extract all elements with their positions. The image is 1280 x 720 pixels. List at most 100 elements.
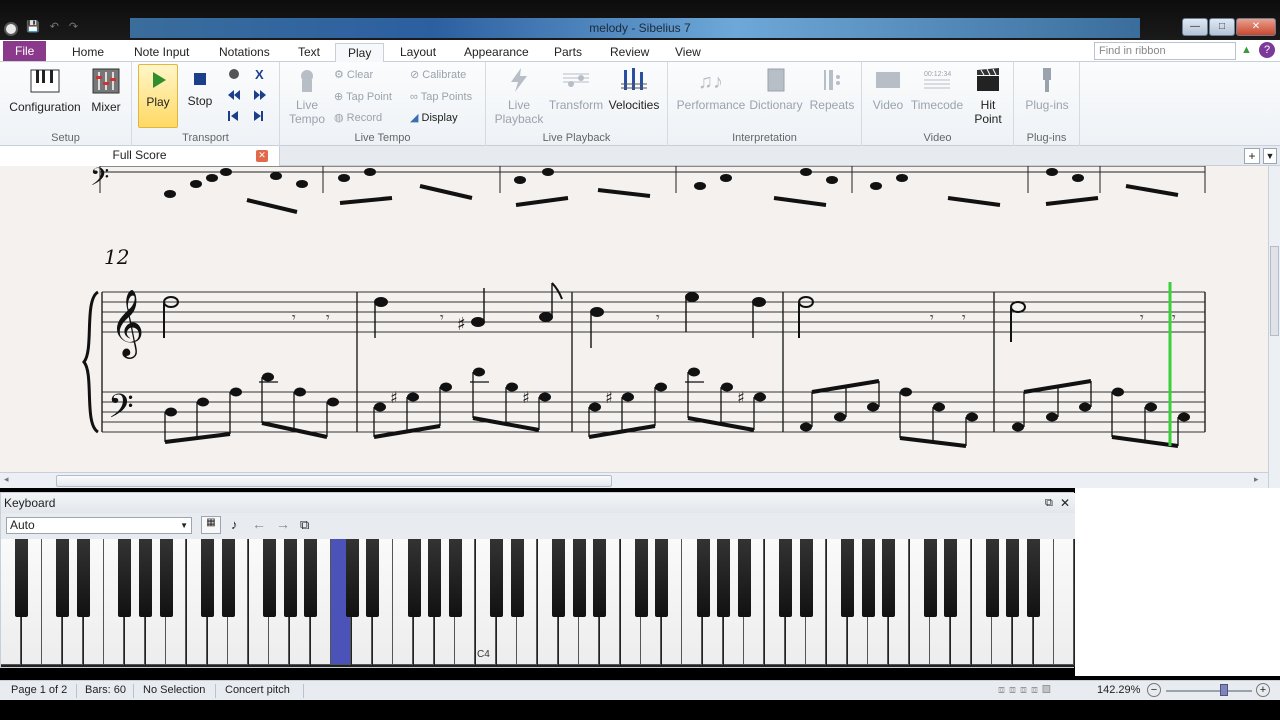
record-tempo-button[interactable]: ◍ Record [334, 111, 382, 125]
black-key[interactable] [345, 539, 359, 617]
tab-view[interactable]: View [675, 43, 701, 62]
scroll-right-icon[interactable]: ▸ [1254, 474, 1259, 485]
zoom-in-icon[interactable]: + [1256, 683, 1270, 697]
black-key[interactable] [985, 539, 999, 617]
scroll-left-icon[interactable]: ◂ [4, 474, 9, 485]
black-key[interactable] [655, 539, 669, 617]
zoom-out-icon[interactable]: − [1147, 683, 1161, 697]
calibrate-button[interactable]: ⊘ Calibrate [410, 68, 466, 82]
tab-home[interactable]: Home [72, 43, 104, 62]
black-key[interactable] [56, 539, 70, 617]
view-mode-icons[interactable]: ⧈⧈⧈⧈▤ [998, 684, 1055, 697]
black-key[interactable] [696, 539, 710, 617]
configuration-button[interactable]: Configuration [8, 66, 82, 114]
tab-parts[interactable]: Parts [554, 43, 582, 62]
black-key[interactable] [779, 539, 793, 617]
black-key[interactable] [366, 539, 380, 617]
restore-panel-icon[interactable]: ⧉ [1045, 493, 1053, 513]
hit-point-button[interactable]: Hit Point [966, 66, 1010, 126]
display-button[interactable]: ◢ Display [410, 111, 458, 125]
tab-notations[interactable]: Notations [219, 43, 270, 62]
black-key[interactable] [15, 539, 29, 617]
black-key[interactable] [262, 539, 276, 617]
black-key[interactable] [593, 539, 607, 617]
black-key[interactable] [1027, 539, 1040, 617]
stop-button[interactable]: Stop [184, 68, 216, 108]
black-key[interactable] [221, 539, 235, 617]
arrow-left-icon[interactable]: ← [252, 516, 266, 532]
tab-full-score[interactable]: Full Score [0, 146, 280, 166]
black-key[interactable] [283, 539, 297, 617]
vertical-scroll-thumb[interactable] [1270, 246, 1279, 336]
move-to-end-icon[interactable] [254, 111, 261, 121]
tap-point-button[interactable]: ⊕ Tap Point [334, 90, 392, 104]
close-tab-icon[interactable]: ✕ [256, 150, 268, 162]
black-key[interactable] [841, 539, 855, 617]
black-key[interactable] [159, 539, 173, 617]
vertical-scrollbar[interactable] [1268, 166, 1280, 488]
help-icon[interactable]: ? [1259, 42, 1275, 58]
black-key[interactable] [923, 539, 937, 617]
tab-layout[interactable]: Layout [400, 43, 436, 62]
black-key[interactable] [139, 539, 153, 617]
performance-button[interactable]: ♫♪ Performance [676, 66, 746, 112]
white-key[interactable] [1054, 539, 1075, 665]
collapse-ribbon-icon[interactable]: ▲ [1241, 44, 1252, 56]
overlay-icon[interactable]: ⧉ [300, 517, 309, 533]
transform-button[interactable]: Transform [548, 66, 604, 112]
close-panel-icon[interactable]: ✕ [1060, 493, 1070, 513]
record-icon[interactable] [229, 69, 239, 79]
black-key[interactable] [634, 539, 648, 617]
tab-text[interactable]: Text [298, 43, 320, 62]
arrow-right-icon[interactable]: → [276, 516, 290, 532]
tab-menu-icon[interactable]: ▼ [1263, 148, 1277, 164]
tap-points-button[interactable]: ∞ Tap Points [410, 90, 472, 104]
black-key[interactable] [428, 539, 442, 617]
zoom-slider-thumb[interactable] [1220, 684, 1228, 696]
black-key[interactable] [717, 539, 731, 617]
live-playback-button[interactable]: Live Playback [494, 66, 544, 126]
dictionary-button[interactable]: Dictionary [748, 66, 804, 112]
horizontal-scrollbar[interactable]: ◂ ▸ [0, 472, 1268, 488]
black-key[interactable] [572, 539, 586, 617]
keyboard-grid-icon[interactable]: ▦ [201, 516, 221, 534]
black-key[interactable] [861, 539, 875, 617]
horizontal-scroll-thumb[interactable] [56, 475, 612, 487]
keyboard-mode-select[interactable]: Auto ▼ [6, 517, 192, 534]
find-in-ribbon-input[interactable]: Find in ribbon [1094, 42, 1236, 60]
black-key[interactable] [552, 539, 566, 617]
plugins-button[interactable]: Plug-ins [1020, 66, 1074, 112]
clear-button[interactable]: ⚙ Clear [334, 68, 373, 82]
mixer-button[interactable]: Mixer [88, 66, 124, 114]
add-tab-icon[interactable]: + [1244, 148, 1260, 164]
black-key[interactable] [799, 539, 813, 617]
live-tempo-button[interactable]: Live Tempo [286, 66, 328, 126]
minimize-button[interactable]: — [1182, 18, 1208, 36]
rewind-icon[interactable] [234, 90, 240, 100]
move-to-start-icon[interactable] [228, 111, 230, 121]
tab-file[interactable]: File [3, 41, 47, 61]
black-key[interactable] [510, 539, 524, 617]
black-key[interactable] [1006, 539, 1020, 617]
zoom-slider[interactable] [1166, 690, 1252, 692]
piano-keyboard[interactable] [1, 539, 1075, 667]
black-key[interactable] [448, 539, 462, 617]
tab-review[interactable]: Review [610, 43, 649, 62]
velocities-button[interactable]: Velocities [606, 66, 662, 112]
fast-forward-icon[interactable] [254, 90, 260, 100]
black-key[interactable] [118, 539, 132, 617]
black-key[interactable] [407, 539, 421, 617]
rewind-to-start-x-icon[interactable]: X [255, 67, 264, 82]
black-key[interactable] [201, 539, 214, 617]
score-view[interactable]: 𝄢 12 𝄞 𝄢 ♯ 𝄾 𝄾 𝄾 𝄾 𝄾 𝄾 𝄾 𝄾 ♯ ♯ ♯ ♯ [0, 166, 1268, 472]
close-button[interactable]: ✕ [1236, 18, 1276, 36]
video-button[interactable]: Video [868, 66, 908, 112]
black-key[interactable] [77, 539, 91, 617]
tab-note-input[interactable]: Note Input [134, 43, 189, 62]
black-key[interactable] [304, 539, 318, 617]
black-key[interactable] [882, 539, 896, 617]
tab-appearance[interactable]: Appearance [464, 43, 529, 62]
black-key[interactable] [737, 539, 751, 617]
black-key[interactable] [490, 539, 504, 617]
timecode-button[interactable]: 00:12:34 Timecode [910, 66, 964, 112]
